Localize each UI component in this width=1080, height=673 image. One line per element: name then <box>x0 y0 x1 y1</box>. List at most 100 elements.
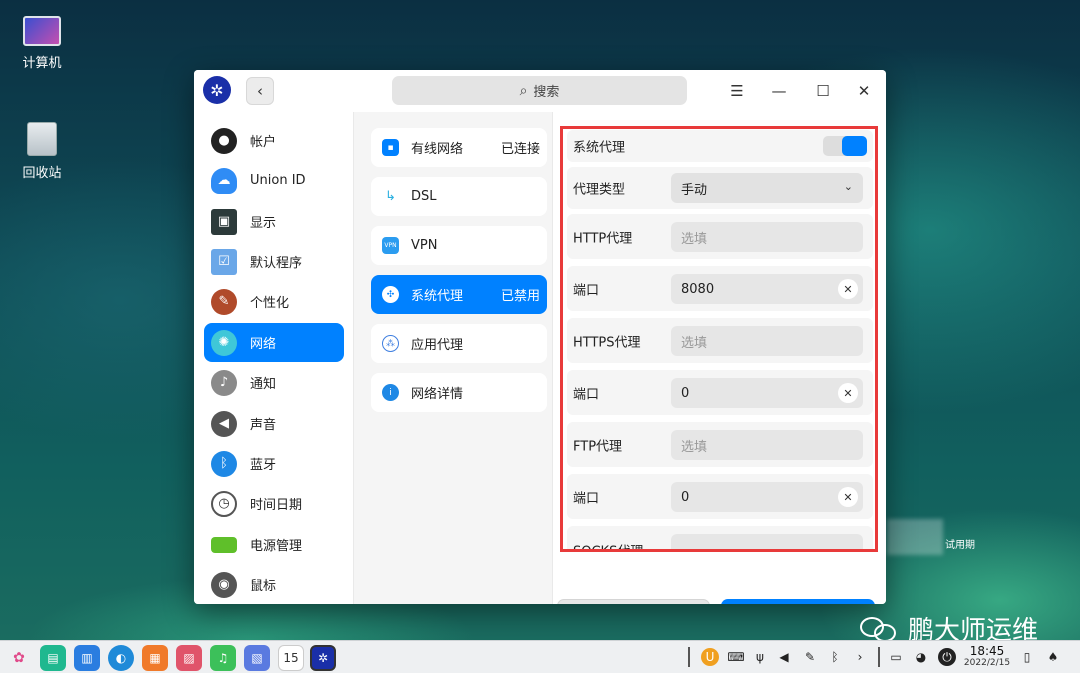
control-center-logo-icon: ✲ <box>203 76 231 104</box>
sidebar-item-network[interactable]: ✺ 网络 <box>204 323 344 362</box>
app-store-icon[interactable]: ▦ <box>142 645 168 671</box>
ftp-port-value: 0 <box>681 489 690 505</box>
network-menu-label: DSL <box>411 189 437 204</box>
control-center-icon[interactable]: ✲ <box>310 645 336 671</box>
bluetooth-tray-icon[interactable]: ᛒ <box>826 648 844 666</box>
display-icon: ▣ <box>211 208 237 235</box>
calendar-icon[interactable]: 15 <box>278 645 304 671</box>
network-menu-details[interactable]: i 网络详情 <box>371 373 547 412</box>
search-box[interactable]: ⌕ 搜索 <box>392 76 687 105</box>
system-proxy-label: 系统代理 <box>573 140 626 156</box>
back-button[interactable]: ‹ <box>246 77 274 105</box>
https-proxy-input[interactable]: 选填 <box>671 326 863 356</box>
proxy-type-row: 代理类型 手动 ⌄ <box>567 167 873 209</box>
usb-icon[interactable]: ψ <box>751 648 769 666</box>
system-proxy-toggle[interactable] <box>823 136 867 156</box>
menu-button[interactable]: ☰ <box>724 78 750 104</box>
dsl-icon: ↳ <box>382 188 399 205</box>
sidebar-item-power[interactable]: 电源管理 <box>204 525 344 564</box>
sidebar-item-mouse[interactable]: ◉ 鼠标 <box>204 565 344 604</box>
launcher-icon[interactable]: ✿ <box>6 645 32 671</box>
socks-proxy-placeholder: 选填 <box>681 529 707 550</box>
sidebar-item-default-apps[interactable]: ☑ 默认程序 <box>204 242 344 281</box>
clock-date: 2022/2/15 <box>963 658 1011 668</box>
sidebar-item-label: 鼠标 <box>250 579 277 594</box>
sidebar-item-datetime[interactable]: ◷ 时间日期 <box>204 484 344 523</box>
clock-icon: ◷ <box>211 490 237 517</box>
divider <box>688 647 690 667</box>
account-icon: ● <box>211 127 237 154</box>
keyboard-icon[interactable]: ⌨ <box>727 648 745 666</box>
document-viewer-icon[interactable]: ▧ <box>244 645 270 671</box>
ftp-proxy-placeholder: 选填 <box>681 439 708 455</box>
power-icon[interactable]: ⏻ <box>938 648 956 666</box>
sidebar-item-union-id[interactable]: ☁ Union ID <box>204 161 344 200</box>
menu-icon: ☰ <box>730 82 744 100</box>
input-method-icon[interactable]: U <box>701 648 719 666</box>
network-menu-label: 网络详情 <box>411 387 464 402</box>
trial-label: 试用期 <box>945 540 975 551</box>
clear-icon[interactable]: ✕ <box>838 279 858 299</box>
http-proxy-placeholder: 选填 <box>681 231 708 247</box>
cancel-button[interactable]: 取消 <box>557 599 710 604</box>
ftp-port-input[interactable]: 0 ✕ <box>671 482 863 512</box>
sidebar-item-notification[interactable]: ♪ 通知 <box>204 363 344 402</box>
image-viewer-icon[interactable]: ▨ <box>176 645 202 671</box>
speaker-icon: ◀ <box>211 410 237 437</box>
trash-tray-icon[interactable]: ▯ <box>1018 648 1036 666</box>
http-proxy-row: HTTP代理 选填 <box>567 214 873 259</box>
sidebar-item-account[interactable]: ● 帐户 <box>204 121 344 160</box>
sidebar-item-display[interactable]: ▣ 显示 <box>204 202 344 241</box>
file-manager-icon[interactable]: ▥ <box>74 645 100 671</box>
minimize-button[interactable]: — <box>766 78 792 104</box>
proxy-type-label: 代理类型 <box>573 182 626 198</box>
clock[interactable]: 18:45 2022/2/15 <box>962 645 1012 669</box>
https-port-label: 端口 <box>573 387 600 402</box>
save-button[interactable]: 保存 <box>721 599 875 604</box>
proxy-type-select[interactable]: 手动 ⌄ <box>671 173 863 203</box>
multitask-view-icon[interactable]: ▤ <box>40 645 66 671</box>
maximize-button[interactable]: ☐ <box>810 78 836 104</box>
notification-bell-icon[interactable]: ♠ <box>1044 648 1062 666</box>
network-menu-app-proxy[interactable]: ⁂ 应用代理 <box>371 324 547 363</box>
browser-icon[interactable]: ◐ <box>108 645 134 671</box>
network-menu-wired[interactable]: ▪ 有线网络 已连接 <box>371 128 547 167</box>
pen-icon[interactable]: ✎ <box>801 648 819 666</box>
socks-proxy-input[interactable]: 选填 <box>671 534 863 549</box>
ftp-proxy-label: FTP代理 <box>573 439 623 454</box>
volume-icon[interactable]: ◀ <box>775 648 793 666</box>
clear-icon[interactable]: ✕ <box>838 487 858 507</box>
network-menu-dsl[interactable]: ↳ DSL <box>371 177 547 216</box>
expand-tray-icon[interactable]: › <box>851 648 869 666</box>
http-port-input[interactable]: 8080 ✕ <box>671 274 863 304</box>
desktop-icon-label: 回收站 <box>22 166 62 181</box>
ftp-proxy-input[interactable]: 选填 <box>671 430 863 460</box>
info-icon: i <box>382 384 399 401</box>
clock-time: 18:45 <box>969 644 1005 658</box>
sidebar-item-sound[interactable]: ◀ 声音 <box>204 404 344 443</box>
network-menu-vpn[interactable]: VPN VPN <box>371 226 547 265</box>
chevron-down-icon: ⌄ <box>843 180 853 193</box>
https-port-input[interactable]: 0 ✕ <box>671 378 863 408</box>
network-tray-icon[interactable]: ◕ <box>912 648 930 666</box>
network-status: 已连接 <box>500 142 540 157</box>
sidebar-item-label: 帐户 <box>250 135 277 150</box>
sidebar-item-label: 蓝牙 <box>250 458 277 473</box>
titlebar: ✲ ‹ ⌕ 搜索 ☰ — ☐ ✕ <box>194 70 886 112</box>
https-proxy-placeholder: 选填 <box>681 335 708 351</box>
desktop-icon-trash[interactable]: 回收站 <box>7 122 77 181</box>
sidebar-item-bluetooth[interactable]: ᛒ 蓝牙 <box>204 444 344 483</box>
battery-icon <box>211 536 237 553</box>
calendar-day: 15 <box>283 651 299 665</box>
desktop-icon-computer[interactable]: 计算机 <box>7 16 77 71</box>
screenshot-icon[interactable]: ▭ <box>887 648 905 666</box>
clear-icon[interactable]: ✕ <box>838 383 858 403</box>
http-proxy-input[interactable]: 选填 <box>671 222 863 252</box>
network-menu-system-proxy[interactable]: ✣ 系统代理 已禁用 <box>371 275 547 314</box>
music-icon[interactable]: ♫ <box>210 645 236 671</box>
close-button[interactable]: ✕ <box>851 78 877 104</box>
sidebar-item-personalization[interactable]: ✎ 个性化 <box>204 282 344 321</box>
highlight-box: 系统代理 代理类型 手动 ⌄ HTTP代理 选填 端口 8080 ✕ HTTPS代… <box>560 126 878 552</box>
toggle-knob <box>842 136 867 156</box>
maximize-icon: ☐ <box>816 82 830 100</box>
